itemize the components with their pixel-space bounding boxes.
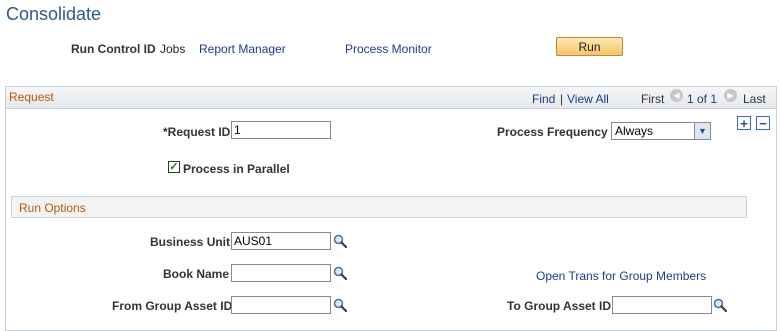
book-name-label: Book Name: [163, 267, 230, 281]
process-in-parallel-label: Process in Parallel: [183, 162, 290, 176]
from-group-asset-id-input[interactable]: [231, 296, 331, 314]
run-control-label: Run Control ID: [71, 42, 156, 56]
request-id-label: *Request ID: [163, 125, 231, 139]
open-trans-group-members-link[interactable]: Open Trans for Group Members: [536, 269, 706, 283]
to-group-asset-id-input[interactable]: [612, 296, 712, 314]
chevron-down-icon: ▼: [694, 123, 710, 139]
from-group-asset-id-label: From Group Asset ID: [112, 299, 233, 313]
delete-row-button[interactable]: −: [756, 116, 770, 130]
first-label: First: [641, 92, 665, 106]
book-name-lookup-icon[interactable]: [333, 266, 347, 280]
row-range: 1 of 1: [687, 92, 718, 106]
run-options-title: Run Options: [19, 201, 86, 215]
process-frequency-label: Process Frequency: [497, 125, 608, 139]
right-arrow-icon[interactable]: ▶: [724, 89, 737, 102]
to-group-asset-id-label: To Group Asset ID: [507, 299, 612, 313]
process-frequency-select[interactable]: Always ▼: [611, 122, 711, 140]
nav-separator: |: [560, 92, 564, 106]
run-button[interactable]: Run: [556, 37, 623, 56]
process-frequency-value: Always: [615, 124, 654, 138]
from-group-lookup-icon[interactable]: [333, 298, 347, 312]
process-monitor-link[interactable]: Process Monitor: [345, 42, 432, 56]
to-group-lookup-icon[interactable]: [713, 298, 727, 312]
view-all-link[interactable]: View All: [567, 92, 609, 106]
run-options-header: [11, 196, 747, 218]
request-section-title: Request: [9, 90, 54, 104]
add-row-button[interactable]: +: [737, 116, 751, 130]
business-unit-label: Business Unit: [150, 235, 231, 249]
last-label: Last: [743, 92, 766, 106]
run-control-value: Jobs: [160, 42, 186, 56]
checkmark-icon: ✓: [169, 161, 179, 173]
left-arrow-icon[interactable]: ◀: [670, 89, 683, 102]
book-name-input[interactable]: [231, 264, 331, 282]
request-id-input[interactable]: [231, 121, 331, 139]
page-title: Consolidate: [6, 4, 102, 24]
report-manager-link[interactable]: Report Manager: [199, 42, 286, 56]
process-in-parallel-checkbox[interactable]: ✓: [168, 161, 180, 173]
business-unit-input[interactable]: [231, 232, 331, 250]
find-link[interactable]: Find: [532, 92, 555, 106]
business-unit-lookup-icon[interactable]: [333, 234, 347, 248]
